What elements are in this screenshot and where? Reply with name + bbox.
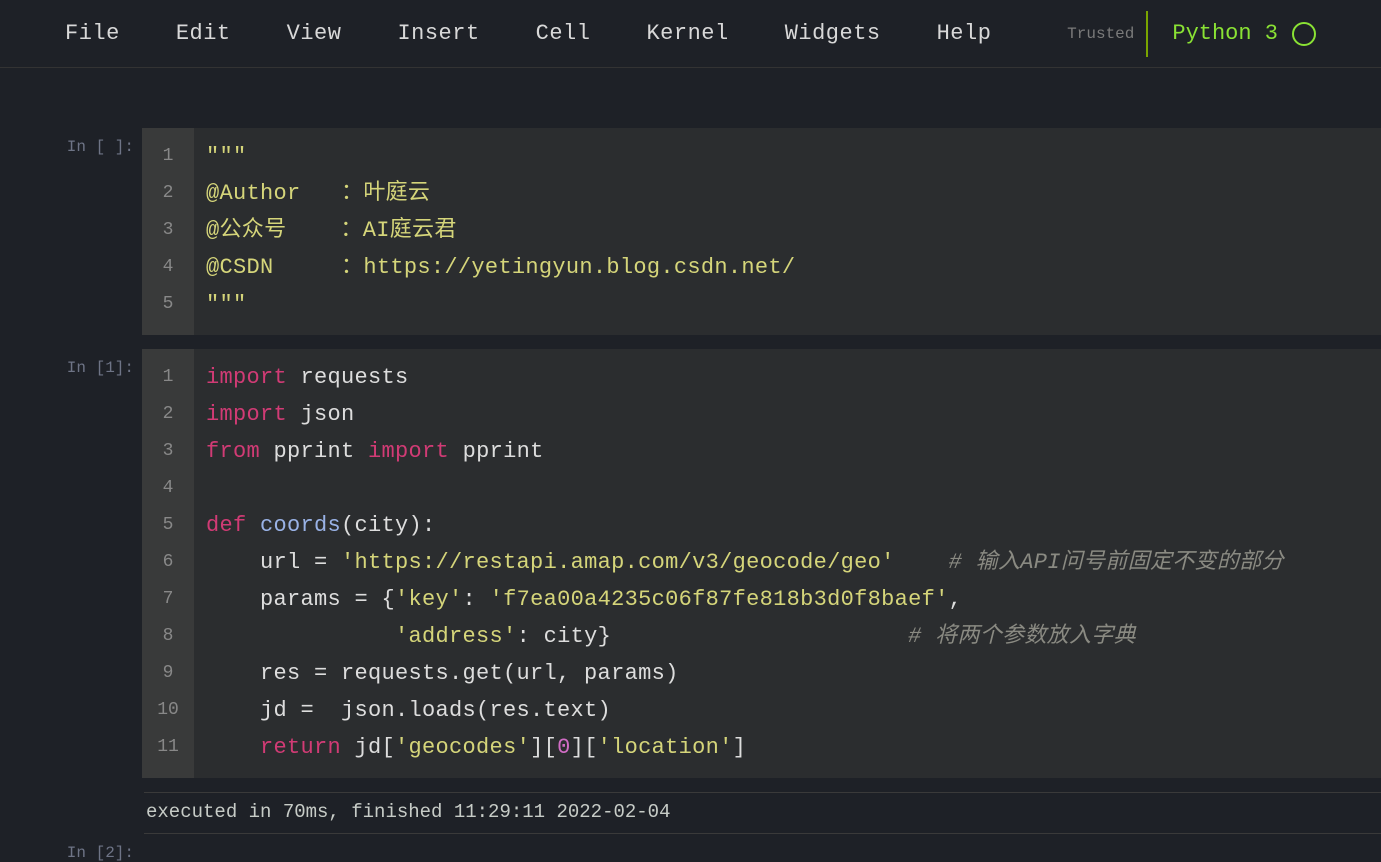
code-line: @Author ：叶庭云 — [206, 175, 1369, 212]
kernel-indicator-wrap[interactable]: Python 3 — [1146, 11, 1316, 57]
kernel-name: Python 3 — [1172, 21, 1278, 46]
line-number-gutter: 1234567891011 — [142, 349, 194, 778]
line-number: 4 — [142, 249, 194, 286]
code-line: params = {'key': 'f7ea00a4235c06f87fe818… — [206, 581, 1369, 618]
line-number: 10 — [142, 692, 194, 729]
code-line: """ — [206, 138, 1369, 175]
line-number: 2 — [142, 175, 194, 212]
line-number: 11 — [142, 729, 194, 766]
code-line: res = requests.get(url, params) — [206, 655, 1369, 692]
code-line: """ — [206, 286, 1369, 323]
menu-kernel[interactable]: Kernel — [646, 21, 728, 46]
code-cell[interactable]: In [1]:1234567891011import requestsimpor… — [46, 349, 1381, 778]
code-line: url = 'https://restapi.amap.com/v3/geoco… — [206, 544, 1369, 581]
line-number: 3 — [142, 212, 194, 249]
menu-widgets[interactable]: Widgets — [785, 21, 881, 46]
menu-edit[interactable]: Edit — [176, 21, 231, 46]
trusted-label: Trusted — [1067, 25, 1134, 43]
menu-file[interactable]: File — [65, 21, 120, 46]
code-line: 'address': city} # 将两个参数放入字典 — [206, 618, 1369, 655]
menu-insert[interactable]: Insert — [397, 21, 479, 46]
code-editor[interactable]: import requestsimport jsonfrom pprint im… — [194, 349, 1381, 778]
code-line: import requests — [206, 359, 1369, 396]
code-line: return jd['geocodes'][0]['location'] — [206, 729, 1369, 766]
line-number: 9 — [142, 655, 194, 692]
line-number: 1 — [142, 138, 194, 175]
cell-prompt: In [1]: — [46, 349, 142, 778]
cell-prompt: In [2]: — [46, 834, 142, 862]
notebook-container: In [ ]:12345"""@Author ：叶庭云@公众号 ：AI庭云君@C… — [0, 68, 1381, 862]
line-number: 3 — [142, 433, 194, 470]
line-number-gutter: 12345 — [142, 128, 194, 335]
line-number: 6 — [142, 544, 194, 581]
line-number: 2 — [142, 396, 194, 433]
menubar: File Edit View Insert Cell Kernel Widget… — [0, 0, 1381, 68]
line-number: 8 — [142, 618, 194, 655]
kernel-status-icon — [1292, 22, 1316, 46]
menu-items: File Edit View Insert Cell Kernel Widget… — [65, 21, 991, 46]
line-number: 7 — [142, 581, 194, 618]
code-line: import json — [206, 396, 1369, 433]
line-number: 4 — [142, 470, 194, 507]
code-cell[interactable]: In [ ]:12345"""@Author ：叶庭云@公众号 ：AI庭云君@C… — [46, 128, 1381, 335]
code-line: @CSDN ：https://yetingyun.blog.csdn.net/ — [206, 249, 1369, 286]
code-cell[interactable]: In [2]: — [46, 834, 1381, 862]
code-line: def coords(city): — [206, 507, 1369, 544]
code-line: @公众号 ：AI庭云君 — [206, 212, 1369, 249]
line-number: 5 — [142, 286, 194, 323]
menu-cell[interactable]: Cell — [536, 21, 591, 46]
menu-help[interactable]: Help — [937, 21, 992, 46]
cell-prompt: In [ ]: — [46, 128, 142, 335]
code-line — [206, 470, 1369, 507]
line-number: 5 — [142, 507, 194, 544]
code-line: from pprint import pprint — [206, 433, 1369, 470]
line-number: 1 — [142, 359, 194, 396]
code-editor[interactable]: """@Author ：叶庭云@公众号 ：AI庭云君@CSDN ：https:/… — [194, 128, 1381, 335]
menu-view[interactable]: View — [287, 21, 342, 46]
code-line: jd = json.loads(res.text) — [206, 692, 1369, 729]
execution-time-bar: executed in 70ms, finished 11:29:11 2022… — [144, 792, 1381, 834]
